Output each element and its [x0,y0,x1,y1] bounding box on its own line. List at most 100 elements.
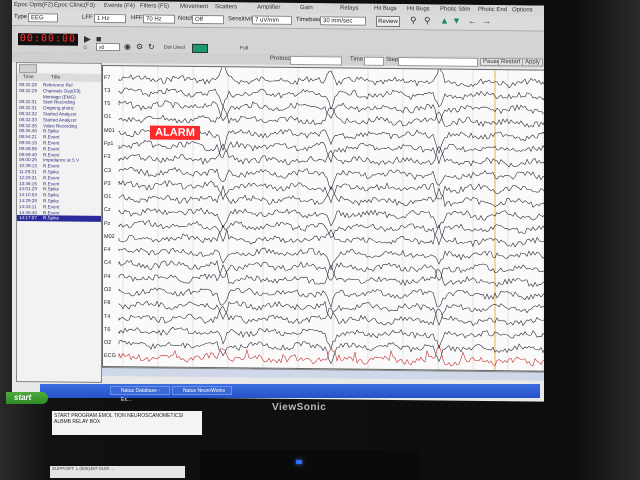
channel-label: C3 [104,167,112,174]
arrow-right-icon[interactable]: → [482,16,491,26]
settings-icon[interactable]: ⚙ [136,42,143,51]
hff-label: HFF [131,15,143,22]
lightbulb-icon[interactable]: ☼ [82,44,88,51]
type-select[interactable]: EEG [28,13,58,23]
step-label: Step [386,56,399,64]
taskbar-item[interactable]: Natus Database - Ex... [110,386,170,403]
eeg-trace [118,326,544,350]
channel-label: T3 [104,87,111,94]
eeg-trace [118,264,544,288]
time-field[interactable] [364,56,384,66]
event-title: Started Analyzer [43,111,77,117]
channel-label: Pz [104,220,111,227]
event-list[interactable]: 08:32:28 Reference Ref 08:32:29 Channels Ov… [17,82,101,223]
power-led [296,460,302,464]
event-title: Reference Ref [43,82,73,88]
channel-label: M02 [104,233,115,240]
menu-item[interactable]: Filters (F5) [140,3,169,9]
event-title: Ongoing photic [43,105,74,111]
menu-item[interactable]: Relays [340,5,358,11]
menu-item[interactable]: Hit Bugs [374,6,397,12]
lff-select[interactable]: 1 Hz [94,13,126,24]
eeg-trace [118,305,544,327]
refresh-icon[interactable]: ↻ [148,42,155,51]
channel-label: T6 [104,326,111,333]
zoom-in-icon[interactable]: ⚲ [410,15,417,26]
menu-item[interactable]: Photic End [478,7,507,13]
event-title: R.Event [43,140,60,146]
hff-select[interactable]: 70 Hz [143,14,175,24]
column-header-time[interactable]: Time [23,74,34,80]
menu-item[interactable]: Amplifier [257,5,280,11]
zoom-out-icon[interactable]: ⚲ [424,15,431,26]
sensitivity-select[interactable]: 7 uV/mm [252,15,292,25]
start-button[interactable]: start [6,392,48,404]
review-button[interactable]: Review [376,15,400,28]
step-field[interactable] [398,57,478,67]
event-title: R.Spike [43,169,60,175]
channel-label: P4 [104,273,111,280]
eeg-trace [118,65,544,89]
event-title: R.Event [43,134,60,140]
menu-item[interactable]: Events (F4) [104,3,135,9]
channel-label: Fp1 [104,140,114,148]
sensitivity-label: Sensitivity [228,16,256,23]
dot-used-label: Dot Used [164,44,185,51]
channel-label: ECG [104,353,116,360]
menu-item[interactable]: Scatters [215,4,237,10]
channel-label: F7 [104,74,111,81]
menu-item[interactable]: Gain [300,5,313,11]
channel-label: F8 [104,300,111,307]
event-title: R.Event [43,151,60,158]
event-list-header: Time Title [17,73,101,82]
column-header-title[interactable]: Title [51,74,60,80]
timebase-label: Timebase [296,16,323,24]
gain-select[interactable]: x0 [96,42,120,52]
monitor-bezel: Epoc Opts(F2) Epoc Clinic(F3) Events (F4… [0,0,640,480]
eeg-trace [118,300,544,326]
camera-icon[interactable]: ◉ [124,42,131,51]
monitor-screen: Epoc Opts(F2) Epoc Clinic(F3) Events (F4… [12,0,544,402]
time-label: Time [350,56,364,63]
channel-label: C4 [104,260,112,267]
channel-label: M01 [104,127,115,134]
paper-note: START PROGRAM EMOL TION NEUROSCANOMETICS… [52,411,202,435]
menu-item[interactable]: Epoc Clinic(F3) [54,2,95,8]
event-title: R.Event [43,163,60,169]
channel-label: P3 [104,180,111,187]
menu-item[interactable]: Movement [180,4,208,10]
lff-label: LFF [82,14,93,21]
eeg-trace-area[interactable]: ALARM F7 T3 T5 O1 M01 Fp1 F3 C3 P3 O1 Cz Pz M02 F4 C4 P… [102,64,544,372]
event-title: R.Spike [43,128,60,134]
eeg-trace [118,180,544,204]
menu-item[interactable]: Epoc Opts(F2) [14,2,53,8]
arrow-left-icon[interactable]: ← [468,16,477,26]
eeg-trace [118,140,544,165]
arrow-up-icon[interactable]: ▲ [440,15,449,25]
menu-item[interactable]: Options [512,7,533,13]
event-title: R.Event [43,204,60,210]
arrow-down-icon[interactable]: ▼ [452,16,461,26]
event-title: Started Analyzer [43,117,77,123]
support-sticker: SUPPORT: 1 (800)487-0100 ... [50,466,185,478]
full-label: Full [240,45,249,52]
timebase-select[interactable]: 30 mm/sec [320,16,366,26]
channel-label: O2 [104,286,112,294]
event-list-item[interactable]: 14:17:07 R.Spike [17,215,101,223]
restart-button[interactable]: Restart [498,58,524,67]
event-time: 08:32:29 [19,87,37,94]
notch-select[interactable]: Off [192,14,224,25]
taskbar-item[interactable]: Natus NeuroWorks [172,386,232,395]
protocol-field[interactable] [290,55,342,66]
event-title: Channels Ovp(F9) [43,88,81,94]
event-title: R.Event [43,180,60,187]
eeg-waveforms [118,65,544,371]
event-panel-tab[interactable] [19,64,37,74]
menu-item[interactable]: Hit Bugs [407,6,430,12]
channel-label: Cz [104,207,111,214]
apply-button[interactable]: Apply [522,58,544,67]
channel-label: O1 [104,114,112,121]
protocol-label: Protocol [270,55,293,62]
eeg-trace [118,219,544,246]
menu-item[interactable]: Photic Stim [440,6,470,12]
